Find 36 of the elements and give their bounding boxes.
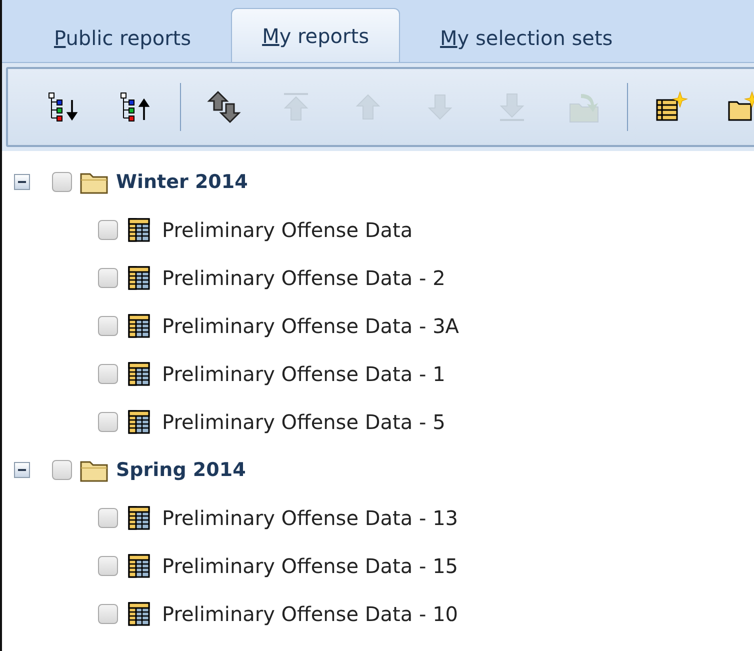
- collapse-toggle[interactable]: [14, 174, 30, 190]
- checkbox[interactable]: [98, 316, 118, 336]
- checkbox[interactable]: [98, 508, 118, 528]
- table-icon: [128, 218, 150, 242]
- new-folder-icon: [726, 90, 754, 124]
- checkbox[interactable]: [98, 604, 118, 624]
- checkbox[interactable]: [98, 220, 118, 240]
- checkbox[interactable]: [98, 364, 118, 384]
- folder-label: Spring 2014: [116, 458, 246, 483]
- report-label: Preliminary Offense Data: [162, 217, 413, 244]
- report-label: Preliminary Offense Data - 5: [162, 409, 446, 436]
- tab[interactable]: My reports: [231, 8, 400, 62]
- folder-label: Winter 2014: [116, 170, 248, 195]
- table-icon: [128, 554, 150, 578]
- table-icon: [128, 410, 150, 434]
- collapse-toggle[interactable]: [14, 462, 30, 478]
- report-label: Preliminary Offense Data - 10: [162, 601, 458, 628]
- report-label: Preliminary Offense Data - 1: [162, 361, 446, 388]
- checkbox[interactable]: [52, 172, 72, 192]
- report-label: Preliminary Offense Data - 13: [162, 505, 458, 532]
- table-icon: [128, 602, 150, 626]
- tab[interactable]: My selection sets: [400, 14, 653, 62]
- table-icon: [128, 506, 150, 530]
- checkbox[interactable]: [98, 268, 118, 288]
- report-label: Preliminary Offense Data - 3A: [162, 313, 459, 340]
- checkbox[interactable]: [52, 460, 72, 480]
- checkbox[interactable]: [98, 556, 118, 576]
- tab[interactable]: Public reports: [14, 14, 232, 62]
- table-icon: [128, 266, 150, 290]
- table-icon: [128, 314, 150, 338]
- new-table-icon: [654, 90, 688, 124]
- table-icon: [128, 362, 150, 386]
- report-label: Preliminary Offense Data - 15: [162, 553, 458, 580]
- swap-arrows-icon: [207, 90, 241, 124]
- checkbox[interactable]: [98, 412, 118, 432]
- report-label: Preliminary Offense Data - 2: [162, 265, 446, 292]
